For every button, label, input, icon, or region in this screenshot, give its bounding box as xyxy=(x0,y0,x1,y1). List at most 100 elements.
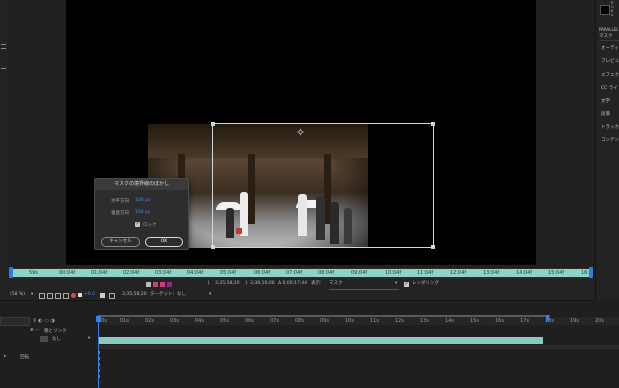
vertical-value-field[interactable]: 100 px xyxy=(135,210,151,215)
mask-vertex[interactable] xyxy=(211,122,215,126)
keyframe-marker[interactable] xyxy=(98,357,100,360)
timeline-timecode: 01s xyxy=(120,318,129,324)
ruler-timecode: 11:04f xyxy=(417,270,434,276)
lock-label: ロック xyxy=(143,223,157,228)
horizontal-label: 水平方向 xyxy=(111,199,129,204)
panel-edge-mark xyxy=(1,44,6,45)
work-area-end-handle[interactable] xyxy=(546,315,549,321)
keyframe-marker[interactable] xyxy=(98,369,100,372)
viewer-time-toolbar: { 3;35;58;20 } 3;36;16;06 Δ 0;00;17;44 表… xyxy=(9,279,595,290)
end-time[interactable]: 3;36;16;06 xyxy=(250,279,275,289)
timeline-ruler[interactable]: 00s 01s 02s 03s 04s 05s 06s 07s 08s 09s … xyxy=(98,317,619,325)
region-icon[interactable] xyxy=(55,293,61,299)
timeline-timecode: 20s xyxy=(595,318,604,324)
timeline-timecode: 10s xyxy=(345,318,354,324)
mask-label: マスク xyxy=(599,34,613,39)
panel-audio[interactable]: オーディ xyxy=(601,45,619,51)
lock-checkbox[interactable]: ✓ xyxy=(135,222,140,227)
timeline-timecode: 15s xyxy=(470,318,479,324)
expand-triangle-icon[interactable]: ▸ xyxy=(4,354,6,359)
color-label-icon[interactable] xyxy=(167,282,172,287)
layer-color-chip[interactable] xyxy=(40,336,48,342)
playhead-icon[interactable] xyxy=(96,316,101,322)
layer-switch-icons[interactable]: ⊕ ⋯ xyxy=(30,328,40,333)
panel-cc-libraries[interactable]: CC ライ xyxy=(601,85,618,91)
ruler-end-handle[interactable] xyxy=(589,267,593,278)
target-dropdown[interactable]: ターゲット：なし xyxy=(150,290,186,300)
mask-visibility-icon[interactable] xyxy=(47,293,53,299)
panel-character[interactable]: 文字 xyxy=(601,98,610,104)
mask-vertex[interactable] xyxy=(211,245,215,249)
ruler-timecode: 03:04f xyxy=(155,270,172,276)
ruler-timecode: 13:04f xyxy=(483,270,500,276)
ruler-timecode: 06:04f xyxy=(254,270,271,276)
parent-link-label: 親とリンク xyxy=(44,329,67,334)
keyframe-marker[interactable] xyxy=(98,363,100,366)
ruler-timecode: 07:04f xyxy=(286,270,303,276)
show-snapshot-icon[interactable] xyxy=(109,293,115,299)
bracket-icon: } xyxy=(245,281,248,286)
timeline-timecode: 07s xyxy=(270,318,279,324)
panel-edge-mark xyxy=(1,48,6,49)
timeline-timecode: 09s xyxy=(320,318,329,324)
anchor-point-icon[interactable]: ✧ xyxy=(295,127,306,138)
exposure-icon[interactable] xyxy=(78,293,82,297)
ruler-timecode: 08:04f xyxy=(318,270,335,276)
red-channel-icon[interactable] xyxy=(153,282,158,287)
ruler-timecode: 01:04f xyxy=(91,270,108,276)
ruler-timecode: 02:04f xyxy=(123,270,140,276)
color-label-icon[interactable] xyxy=(160,282,165,287)
timeline-switch-icons[interactable]: ⚲ ◐ ▭ ◑ xyxy=(33,318,55,324)
keyframe-marker[interactable] xyxy=(98,351,100,354)
keyframe-marker[interactable] xyxy=(98,375,100,378)
layer-duration-bar[interactable] xyxy=(98,337,543,344)
mask-vertex[interactable] xyxy=(431,245,435,249)
timeline-search-input[interactable] xyxy=(0,317,30,326)
mask-feather-dialog: マスクの境界線のぼかし 水平方向 100 px 垂直方向 100 px ✓ ロッ… xyxy=(94,178,189,250)
snapshot-icon[interactable] xyxy=(146,282,151,287)
view-label: 表示: xyxy=(311,281,322,286)
mask-path[interactable] xyxy=(211,122,435,249)
camera-icon[interactable] xyxy=(100,293,105,298)
ruler-timecode: 14:04f xyxy=(516,270,533,276)
ruler-timecode: 00:04f xyxy=(59,270,76,276)
timeline-panel: ⚲ ◐ ▭ ◑ ⊕ ⋯ 親とリンク なし ▾ ▸ 回転 00s 01s 02s … xyxy=(0,301,619,388)
timeline-timecode: 19s xyxy=(570,318,579,324)
ruler-start-handle[interactable] xyxy=(9,267,13,278)
chevron-down-icon[interactable]: ▾ xyxy=(88,336,90,341)
exposure-value[interactable]: +0.0 xyxy=(84,290,95,300)
panel-preview[interactable]: プレビュ xyxy=(601,58,619,64)
view-dropdown[interactable]: マスク xyxy=(329,279,399,290)
mask-vertex[interactable] xyxy=(431,122,435,126)
timeline-timecode: 06s xyxy=(245,318,254,324)
timeline-timecode: 13s xyxy=(420,318,429,324)
right-panel: R G B A PARALLEL マスク オーディ プレビュ エフェク CC ラ… xyxy=(595,0,619,300)
dialog-title: マスクの境界線のぼかし xyxy=(95,179,188,190)
rendering-checkbox[interactable]: ✓ xyxy=(404,282,409,287)
panel-paragraph[interactable]: 段落 xyxy=(601,111,610,117)
timeline-timecode: 03s xyxy=(170,318,179,324)
color-channel-icon[interactable] xyxy=(71,293,76,298)
chevron-down-icon[interactable]: ▾ xyxy=(31,290,33,300)
timeline-timecode: 16s xyxy=(495,318,504,324)
cancel-button[interactable]: キャンセル xyxy=(101,237,140,247)
chevron-down-icon[interactable]: ▾ xyxy=(209,290,211,300)
ruler-timecode: 59s xyxy=(29,270,38,276)
horizontal-value-field[interactable]: 100 px xyxy=(135,198,151,203)
panel-effects[interactable]: エフェク xyxy=(601,72,619,78)
viewer-time-ruler[interactable]: 59s 00:04f 01:04f 02:04f 03:04f 04:04f 0… xyxy=(9,267,593,279)
transparency-grid-icon[interactable] xyxy=(63,293,69,299)
chevron-down-icon[interactable]: ▾ xyxy=(395,279,397,289)
panel-tracker[interactable]: トラッカ xyxy=(601,124,619,130)
divider xyxy=(599,40,619,41)
parent-dropdown[interactable]: なし xyxy=(52,336,61,342)
start-time[interactable]: 3;35;58;20 xyxy=(215,279,240,289)
vertical-label: 垂直方向 xyxy=(111,211,129,216)
panel-content[interactable]: コンテン xyxy=(601,137,619,143)
grid-icon[interactable] xyxy=(39,293,45,299)
current-timecode[interactable]: 3;35;58;20 xyxy=(122,290,147,300)
ruler-timecode: 12:04f xyxy=(450,270,467,276)
zoom-dropdown[interactable]: (58 %) xyxy=(10,290,25,300)
ok-button[interactable]: OK xyxy=(145,237,183,247)
viewer-toolbar: (58 %) ▾ +0.0 3;35;58;20 ターゲット：なし ▾ xyxy=(0,290,595,301)
